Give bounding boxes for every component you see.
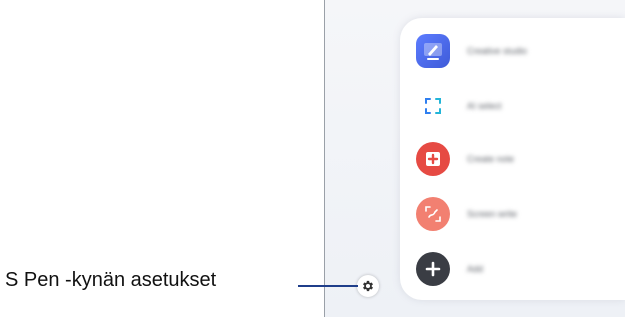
menu-item-label: Add [467,264,484,274]
menu-item-ai-select[interactable]: AI select [416,88,502,124]
menu-item-creative-studio[interactable]: Creative studio [416,33,527,69]
callout-leader-line [298,285,358,287]
creative-studio-icon [416,34,450,68]
add-icon [416,252,450,286]
menu-item-label: AI select [467,101,502,111]
menu-item-label: Screen write [467,209,518,219]
gear-icon [363,280,373,292]
screen-write-icon [416,197,450,231]
ai-select-icon [416,89,450,123]
menu-item-add[interactable]: Add [416,251,483,287]
menu-item-label: Creative studio [467,46,528,56]
menu-item-screen-write[interactable]: Screen write [416,196,517,232]
create-note-icon [416,142,450,176]
menu-item-create-note[interactable]: Create note [416,141,514,177]
menu-item-label: Create note [467,154,515,164]
s-pen-settings-button[interactable] [357,275,379,297]
callout-label: S Pen -kynän asetukset [5,269,217,291]
